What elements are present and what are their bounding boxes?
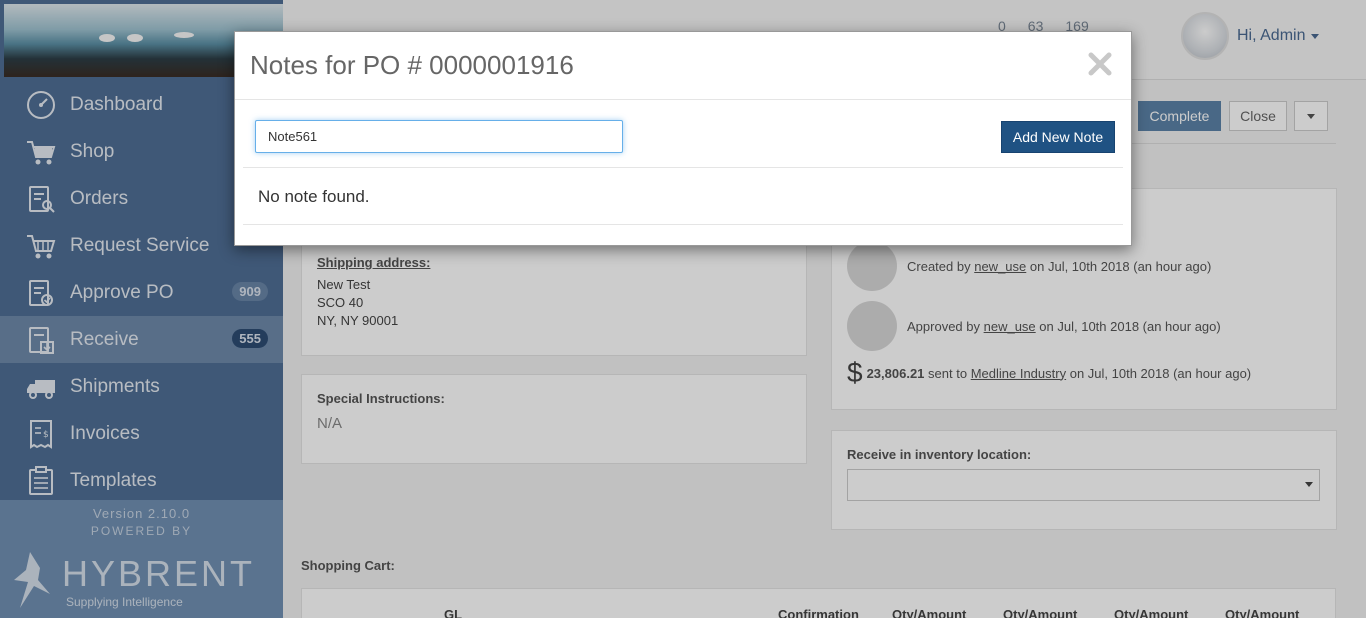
divider bbox=[243, 167, 1123, 168]
add-new-note-button[interactable]: Add New Note bbox=[1001, 121, 1115, 153]
modal-title: Notes for PO # 0000001916 bbox=[250, 50, 574, 80]
divider bbox=[243, 224, 1123, 225]
empty-notes-message: No note found. bbox=[258, 187, 370, 206]
modal-close-button[interactable] bbox=[1085, 46, 1115, 82]
close-icon bbox=[1088, 52, 1112, 76]
note-input[interactable] bbox=[255, 120, 623, 153]
modal-header: Notes for PO # 0000001916 bbox=[235, 32, 1131, 100]
notes-modal: Notes for PO # 0000001916 Add New Note N… bbox=[234, 31, 1132, 246]
